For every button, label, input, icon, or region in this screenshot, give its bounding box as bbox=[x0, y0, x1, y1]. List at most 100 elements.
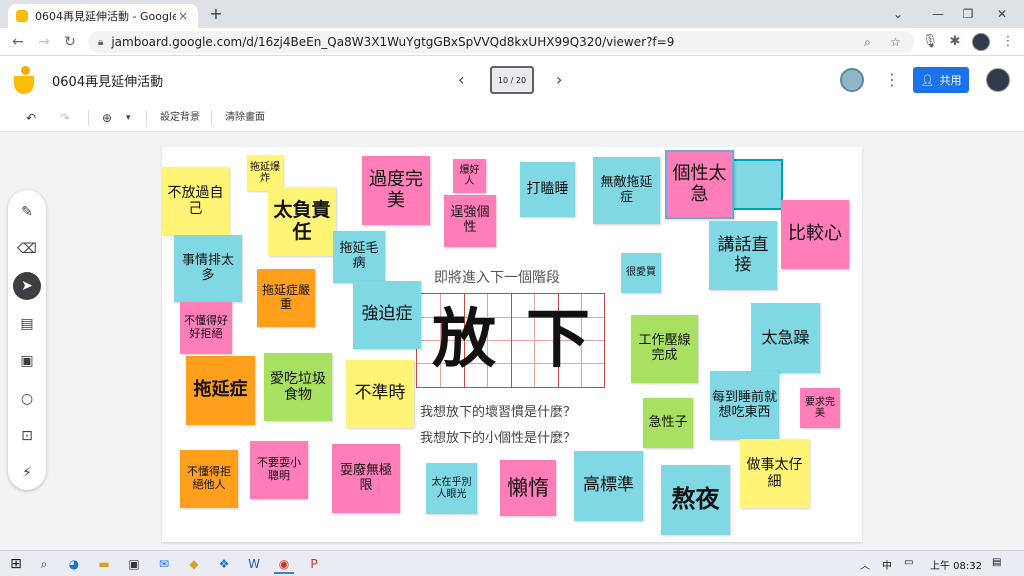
next-frame-icon[interactable]: › bbox=[556, 70, 562, 89]
circle-shape-icon[interactable]: ○ bbox=[13, 385, 41, 413]
powerpoint-icon[interactable]: P bbox=[304, 554, 324, 574]
network-icon[interactable]: ▭ bbox=[904, 557, 913, 568]
sticky-note[interactable]: 不準時 bbox=[346, 360, 414, 428]
share-button[interactable]: 👤︎ 共用 bbox=[913, 67, 969, 93]
select-cursor-icon[interactable]: ➤ bbox=[13, 272, 41, 300]
sticky-note[interactable]: 不懂得好好拒絕 bbox=[180, 302, 232, 354]
sticky-note[interactable]: 耍廢無極限 bbox=[332, 444, 400, 513]
image-icon[interactable]: ▣ bbox=[13, 347, 41, 375]
new-tab-button[interactable]: + bbox=[206, 5, 226, 23]
sticky-note[interactable]: 事情排太多 bbox=[174, 235, 242, 302]
search-icon[interactable]: ⌕ bbox=[34, 554, 54, 574]
back-arrow-icon[interactable]: ← bbox=[8, 32, 28, 52]
reload-icon[interactable]: ↻ bbox=[60, 32, 80, 52]
maximize-button[interactable]: ❐ bbox=[958, 5, 978, 23]
browser-tab[interactable]: 0604再見延伸活動 - Google Jam × bbox=[8, 4, 198, 28]
sticky-note[interactable]: 打瞌睡 bbox=[520, 162, 575, 217]
sticky-note[interactable]: 每到睡前就想吃東西 bbox=[710, 371, 779, 440]
tray-chevron-icon[interactable]: ︿ bbox=[860, 557, 870, 572]
laser-icon[interactable]: ⚡︎ bbox=[13, 459, 41, 487]
sticky-note[interactable]: 強迫症 bbox=[353, 281, 421, 349]
account-avatar[interactable] bbox=[986, 68, 1010, 92]
sticky-note[interactable]: 爆好人 bbox=[453, 159, 486, 193]
microphone-icon[interactable]: 🎙︎ bbox=[920, 32, 940, 52]
sticky-note[interactable]: 無敵拖延症 bbox=[593, 157, 660, 224]
extensions-puzzle-icon[interactable]: ✱ bbox=[945, 32, 965, 52]
eraser-icon[interactable]: ⌫ bbox=[13, 235, 41, 263]
tab-search-icon[interactable]: ⌄ bbox=[888, 5, 908, 23]
sticky-note[interactable]: 拖延爆炸 bbox=[247, 155, 283, 191]
word-icon[interactable]: W bbox=[244, 554, 264, 574]
close-window-button[interactable]: ✕ bbox=[992, 5, 1012, 23]
sticky-note[interactable]: 要求完美 bbox=[800, 388, 840, 428]
app-icon[interactable]: ◆ bbox=[184, 554, 204, 574]
zoom-icon[interactable]: ⌕ bbox=[864, 31, 871, 53]
dropbox-icon[interactable]: ❖ bbox=[214, 554, 234, 574]
big-character: 下 bbox=[526, 302, 590, 377]
store-icon[interactable]: ▣ bbox=[124, 554, 144, 574]
toolbar-divider bbox=[88, 110, 89, 126]
set-background-button[interactable]: 設定背景 bbox=[160, 108, 200, 128]
browser-menu-icon[interactable]: ⋮ bbox=[998, 32, 1018, 52]
sticky-note[interactable]: 太負責任 bbox=[268, 187, 336, 256]
tab-close-icon[interactable]: × bbox=[176, 9, 190, 23]
chrome-icon[interactable]: ◉ bbox=[274, 554, 294, 574]
screen: 0604再見延伸活動 - Google Jam × + ⌄ — ❐ ✕ ← → … bbox=[0, 0, 1024, 576]
sticky-note[interactable]: 愛吃垃圾食物 bbox=[264, 353, 332, 421]
sticky-note[interactable]: 拖延症 bbox=[186, 356, 255, 425]
sticky-note[interactable]: 個性太急 bbox=[665, 150, 734, 219]
zoom-dropdown-icon[interactable]: ▾ bbox=[126, 108, 131, 128]
sticky-note[interactable]: 拖延毛病 bbox=[333, 231, 385, 283]
sticky-note[interactable]: 懶惰 bbox=[500, 460, 556, 516]
file-explorer-icon[interactable]: ▬ bbox=[94, 554, 114, 574]
character-grid: 放 下 bbox=[416, 293, 605, 388]
sticky-note[interactable]: 太在乎別人眼光 bbox=[426, 463, 477, 514]
sticky-note[interactable]: 不要耍小聰明 bbox=[250, 441, 308, 499]
windows-start-icon[interactable]: ⊞ bbox=[6, 554, 26, 574]
sticky-note[interactable]: 拖延症嚴重 bbox=[257, 269, 315, 327]
sticky-note[interactable]: 做事太仔細 bbox=[740, 439, 809, 508]
undo-icon[interactable]: ↶ bbox=[26, 108, 36, 128]
sticky-note-icon[interactable]: ▤ bbox=[13, 310, 41, 338]
sticky-note[interactable]: 熬夜 bbox=[661, 465, 730, 535]
sticky-note[interactable]: 工作壓線完成 bbox=[631, 315, 698, 383]
toolbar-divider bbox=[211, 110, 212, 126]
clock[interactable]: 上午 08:32 bbox=[930, 557, 982, 572]
sticky-note[interactable]: 講話直接 bbox=[709, 221, 777, 290]
sticky-note[interactable]: 過度完美 bbox=[362, 156, 430, 225]
person-add-icon: 👤︎ bbox=[920, 73, 935, 87]
jamboard-canvas[interactable]: 即將進入下一個階段 放 下 我想放下的壞習慣是什麼？ 我想放下的小個性是什麼？ … bbox=[162, 147, 862, 542]
previous-frame-icon[interactable]: ‹ bbox=[458, 70, 464, 89]
sticky-note[interactable]: 不懂得拒絕他人 bbox=[180, 450, 238, 508]
address-bar[interactable]: 🔒︎ jamboard.google.com/d/16zj4BeEn_Qa8W3… bbox=[88, 31, 914, 53]
sticky-note[interactable]: 很愛買 bbox=[621, 253, 661, 293]
ime-indicator[interactable]: 中 bbox=[882, 557, 892, 572]
notification-icon[interactable]: ▤ bbox=[992, 557, 1001, 568]
sticky-note[interactable]: 急性子 bbox=[643, 398, 693, 448]
text-box-icon[interactable]: ⊡ bbox=[13, 422, 41, 450]
jamboard-logo-icon[interactable] bbox=[14, 66, 36, 94]
bookmark-star-icon[interactable]: ☆ bbox=[890, 31, 901, 53]
selected-shape[interactable] bbox=[732, 159, 783, 210]
mail-icon[interactable]: ✉ bbox=[154, 554, 174, 574]
sticky-note[interactable]: 太急躁 bbox=[751, 303, 820, 373]
document-title[interactable]: 0604再見延伸活動 bbox=[52, 71, 163, 90]
browser-profile-avatar[interactable] bbox=[972, 33, 990, 51]
jamboard-favicon-icon bbox=[16, 10, 28, 22]
collaborator-avatar[interactable] bbox=[840, 68, 864, 92]
lock-icon: 🔒︎ bbox=[98, 36, 104, 48]
minimize-button[interactable]: — bbox=[928, 5, 948, 23]
sticky-note[interactable]: 逞強個性 bbox=[444, 195, 496, 247]
zoom-in-icon[interactable]: ⊕ bbox=[102, 108, 112, 128]
forward-arrow-icon[interactable]: → bbox=[34, 32, 54, 52]
pen-icon[interactable]: ✎ bbox=[13, 198, 41, 226]
clear-frame-button[interactable]: 清除畫面 bbox=[225, 108, 265, 128]
sticky-note[interactable]: 不放過自己 bbox=[162, 167, 229, 235]
frame-pager[interactable]: 10 / 20 bbox=[490, 66, 534, 94]
more-options-icon[interactable]: ⋮ bbox=[884, 68, 900, 92]
question-1: 我想放下的壞習慣是什麼？ bbox=[420, 405, 577, 420]
edge-browser-icon[interactable]: ◕ bbox=[64, 554, 84, 574]
redo-icon[interactable]: ↷ bbox=[60, 108, 70, 128]
sticky-note[interactable]: 高標準 bbox=[574, 451, 643, 521]
sticky-note[interactable]: 比較心 bbox=[781, 200, 849, 269]
